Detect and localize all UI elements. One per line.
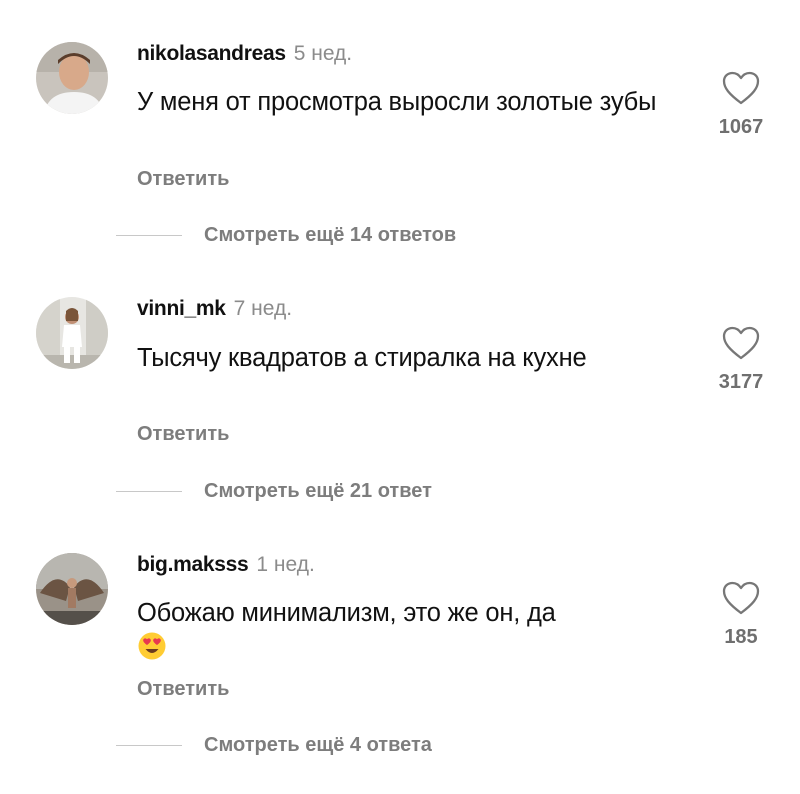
divider-line (116, 745, 182, 746)
view-more-replies-label[interactable]: Смотреть ещё 21 ответ (204, 480, 432, 502)
comment-meta: big.maksss 1 нед. (137, 553, 315, 577)
heart-outline-icon[interactable] (721, 325, 761, 361)
timestamp: 7 нед. (233, 297, 293, 320)
like-control: 3177 (706, 325, 776, 394)
heart-eyes-emoji (138, 632, 166, 660)
avatar[interactable] (36, 297, 108, 369)
username[interactable]: big.maksss (137, 553, 249, 576)
timestamp: 5 нед. (293, 42, 353, 65)
reply-button[interactable]: Ответить (137, 678, 229, 701)
comment-meta: vinni_mk 7 нед. (137, 297, 292, 321)
like-count: 1067 (718, 116, 764, 138)
username[interactable]: vinni_mk (137, 297, 226, 320)
heart-outline-icon[interactable] (721, 580, 761, 616)
username[interactable]: nikolasandreas (137, 42, 286, 65)
comment-text-content: Обожаю минимализм, это же он, да (137, 599, 556, 627)
like-control: 185 (706, 580, 776, 649)
reply-button[interactable]: Ответить (137, 168, 229, 191)
reply-button[interactable]: Ответить (137, 423, 229, 446)
comment-meta: nikolasandreas 5 нед. (137, 42, 352, 66)
comment-text: У меня от просмотра выросли золотые зубы (137, 88, 657, 116)
view-more-replies[interactable]: Смотреть ещё 4 ответа (116, 734, 432, 757)
heart-outline-icon[interactable] (721, 70, 761, 106)
timestamp: 1 нед. (256, 553, 315, 576)
view-more-replies-label[interactable]: Смотреть ещё 14 ответов (204, 224, 456, 246)
comment-text: Обожаю минимализм, это же он, да (137, 597, 667, 661)
like-control: 1067 (706, 70, 776, 139)
view-more-replies[interactable]: Смотреть ещё 21 ответ (116, 480, 432, 503)
divider-line (116, 491, 182, 492)
comment-text: Тысячу квадратов а стиралка на кухне (137, 344, 587, 372)
like-count: 185 (724, 626, 758, 648)
view-more-replies[interactable]: Смотреть ещё 14 ответов (116, 224, 456, 247)
avatar[interactable] (36, 42, 108, 114)
view-more-replies-label[interactable]: Смотреть ещё 4 ответа (204, 734, 432, 756)
avatar[interactable] (36, 553, 108, 625)
like-count: 3177 (718, 371, 764, 393)
divider-line (116, 235, 182, 236)
